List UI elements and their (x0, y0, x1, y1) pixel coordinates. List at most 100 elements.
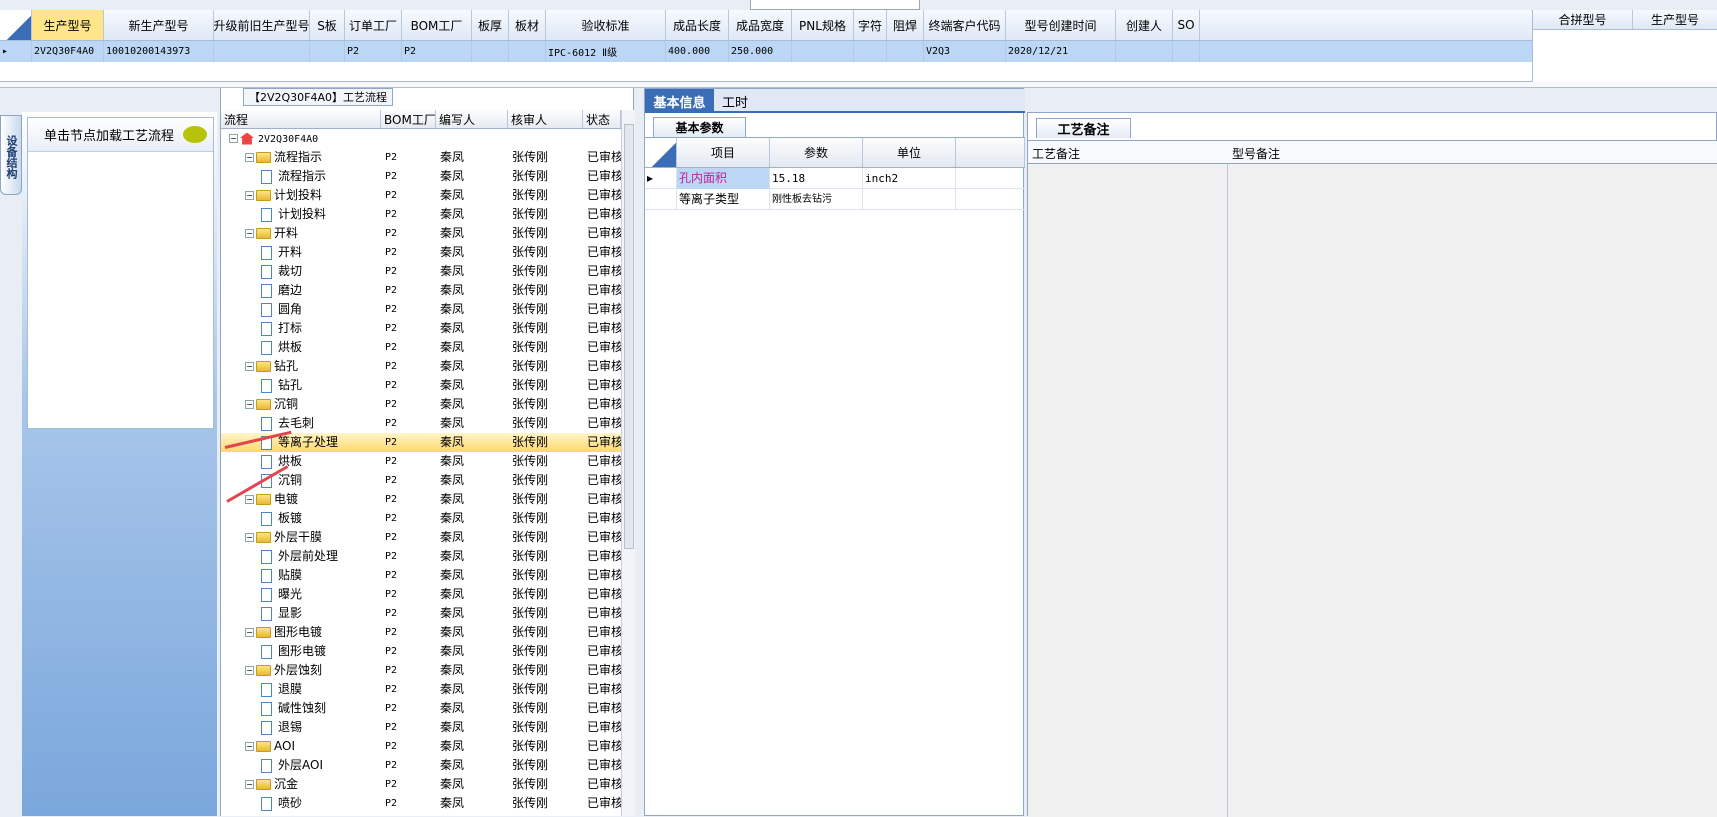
tree-node[interactable]: − 开料 (245, 224, 381, 243)
tree-node[interactable]: − 2V2Q30F4A0 (229, 129, 381, 148)
grid-corner[interactable] (0, 10, 32, 40)
merge-col-header[interactable]: 生产型号 (1633, 10, 1717, 29)
tree-node[interactable]: − 图形电镀 (245, 623, 381, 642)
col-header[interactable]: 成品宽度 (729, 10, 792, 40)
col-header[interactable]: 创建人 (1116, 10, 1173, 40)
tree-node[interactable]: 碱性蚀刻 (261, 699, 381, 718)
tree-node[interactable]: − 沉金 (245, 775, 381, 794)
tree-node[interactable]: 喷砂 (261, 794, 381, 813)
tree-row[interactable]: 裁切 P2 秦凤 张传刚 已审核 (221, 262, 621, 281)
col-header[interactable]: 阻焊 (887, 10, 924, 40)
tree-row[interactable]: 外层前处理 P2 秦凤 张传刚 已审核 (221, 547, 621, 566)
tree-row[interactable]: 去毛刺 P2 秦凤 张传刚 已审核 (221, 414, 621, 433)
collapse-icon[interactable]: − (245, 229, 254, 238)
tree-row[interactable]: 外层AOI P2 秦凤 张传刚 已审核 (221, 756, 621, 775)
col-header[interactable]: PNL规格 (792, 10, 854, 40)
tree-node[interactable]: 烘板 (261, 338, 381, 357)
tree-node[interactable]: 裁切 (261, 262, 381, 281)
params-param[interactable]: 15.18 (770, 168, 863, 189)
tree-col-header[interactable]: 核审人 (508, 110, 583, 128)
col-header[interactable]: 升级前旧生产型号 (214, 10, 310, 40)
col-header[interactable]: S板 (310, 10, 345, 40)
collapse-icon[interactable]: − (245, 400, 254, 409)
tree-row[interactable]: − 开料 P2 秦凤 张传刚 已审核 (221, 224, 621, 243)
tree-row[interactable]: 开料 P2 秦凤 张传刚 已审核 (221, 243, 621, 262)
collapse-icon[interactable]: − (245, 153, 254, 162)
tree-row[interactable]: 退膜 P2 秦凤 张传刚 已审核 (221, 680, 621, 699)
tree-row[interactable]: 显影 P2 秦凤 张传刚 已审核 (221, 604, 621, 623)
tree-node[interactable]: 退膜 (261, 680, 381, 699)
tree-col-header[interactable]: BOM工厂 (381, 110, 436, 128)
col-header[interactable]: 终端客户代码 (924, 10, 1006, 40)
tree-row[interactable]: − AOI P2 秦凤 张传刚 已审核 (221, 737, 621, 756)
collapse-icon[interactable]: − (229, 134, 238, 143)
tree-row[interactable]: 退锡 P2 秦凤 张传刚 已审核 (221, 718, 621, 737)
col-header[interactable]: 验收标准 (546, 10, 666, 40)
tab-work-hours[interactable]: 工时 (715, 89, 755, 113)
tree-row[interactable]: 磨边 P2 秦凤 张传刚 已审核 (221, 281, 621, 300)
tree-node[interactable]: 外层前处理 (261, 547, 381, 566)
tree-row[interactable]: − 钻孔 P2 秦凤 张传刚 已审核 (221, 357, 621, 376)
collapse-icon[interactable]: − (245, 191, 254, 200)
params-param[interactable]: 刚性板去钻污 (770, 189, 863, 210)
tree-col-header[interactable]: 编写人 (436, 110, 508, 128)
tree-node[interactable]: 打标 (261, 319, 381, 338)
tree-row[interactable]: − 沉金 P2 秦凤 张传刚 已审核 (221, 775, 621, 794)
model-grid-row[interactable]: ▸ 2V2Q30F4A0 10010200143973 P2 P2 IPC-6012 Ⅱ级… (0, 41, 1532, 62)
tree-row[interactable]: 碱性蚀刻 P2 秦凤 张传刚 已审核 (221, 699, 621, 718)
collapse-icon[interactable]: − (245, 495, 254, 504)
col-header[interactable]: 订单工厂 (345, 10, 402, 40)
col-header[interactable]: 新生产型号 (104, 10, 214, 40)
tree-node[interactable]: 烘板 (261, 452, 381, 471)
tree-node[interactable]: 显影 (261, 604, 381, 623)
params-corner[interactable] (645, 138, 677, 167)
collapse-icon[interactable]: − (245, 780, 254, 789)
tree-row[interactable]: 流程指示 P2 秦凤 张传刚 已审核 (221, 167, 621, 186)
params-col-header[interactable]: 单位 (863, 138, 956, 167)
col-header[interactable]: 生产型号 (32, 10, 104, 40)
tree-node[interactable]: − 外层干膜 (245, 528, 381, 547)
params-row[interactable]: 等离子类型 刚性板去钻污 (645, 189, 1025, 210)
tree-node[interactable]: 钻孔 (261, 376, 381, 395)
params-col-header[interactable]: 项目 (677, 138, 770, 167)
tree-row[interactable]: − 图形电镀 P2 秦凤 张传刚 已审核 (221, 623, 621, 642)
col-header[interactable]: SO (1173, 10, 1200, 40)
tree-row[interactable]: 烘板 P2 秦凤 张传刚 已审核 (221, 338, 621, 357)
tree-row[interactable]: − 外层干膜 P2 秦凤 张传刚 已审核 (221, 528, 621, 547)
col-header[interactable]: 型号创建时间 (1006, 10, 1116, 40)
process-notes-area[interactable] (1028, 164, 1228, 817)
tree-node[interactable]: 圆角 (261, 300, 381, 319)
tree-row[interactable]: 板镀 P2 秦凤 张传刚 已审核 (221, 509, 621, 528)
tree-node[interactable]: 开料 (261, 243, 381, 262)
col-header[interactable]: 成品长度 (666, 10, 729, 40)
merge-col-header[interactable]: 合拼型号 (1533, 10, 1633, 29)
collapse-icon[interactable]: − (245, 666, 254, 675)
tree-node[interactable]: 沉铜 (261, 471, 381, 490)
tree-row[interactable]: 沉铜 P2 秦凤 张传刚 已审核 (221, 471, 621, 490)
tree-row[interactable]: − 计划投料 P2 秦凤 张传刚 已审核 (221, 186, 621, 205)
tree-row[interactable]: 圆角 P2 秦凤 张传刚 已审核 (221, 300, 621, 319)
tree-row[interactable]: − 外层蚀刻 P2 秦凤 张传刚 已审核 (221, 661, 621, 680)
params-col-filler[interactable] (956, 138, 1025, 167)
collapse-icon[interactable]: − (245, 362, 254, 371)
tab-basic-params[interactable]: 基本参数 (653, 117, 746, 137)
col-header[interactable]: BOM工厂 (402, 10, 472, 40)
tree-node[interactable]: − 沉铜 (245, 395, 381, 414)
collapse-icon[interactable]: − (245, 533, 254, 542)
col-header[interactable]: 板厚 (472, 10, 509, 40)
collapse-icon[interactable]: − (245, 628, 254, 637)
tree-row[interactable]: − 电镀 P2 秦凤 张传刚 已审核 (221, 490, 621, 509)
tree-node[interactable]: 计划投料 (261, 205, 381, 224)
tree-node[interactable]: − 钻孔 (245, 357, 381, 376)
tree-node[interactable]: 板镀 (261, 509, 381, 528)
tree-row[interactable]: − 2V2Q30F4A0 (221, 129, 621, 148)
tree-node[interactable]: − AOI (245, 737, 381, 756)
params-row[interactable]: ▸ 孔内面积 15.18 inch2 (645, 168, 1025, 189)
tree-node[interactable]: 磨边 (261, 281, 381, 300)
tree-row[interactable]: 贴膜 P2 秦凤 张传刚 已审核 (221, 566, 621, 585)
tree-row[interactable]: 曝光 P2 秦凤 张传刚 已审核 (221, 585, 621, 604)
equipment-structure-tab[interactable]: 设备结构 (0, 115, 22, 195)
col-header[interactable]: 字符 (854, 10, 887, 40)
tree-row[interactable]: 图形电镀 P2 秦凤 张传刚 已审核 (221, 642, 621, 661)
col-header[interactable]: 板材 (509, 10, 546, 40)
